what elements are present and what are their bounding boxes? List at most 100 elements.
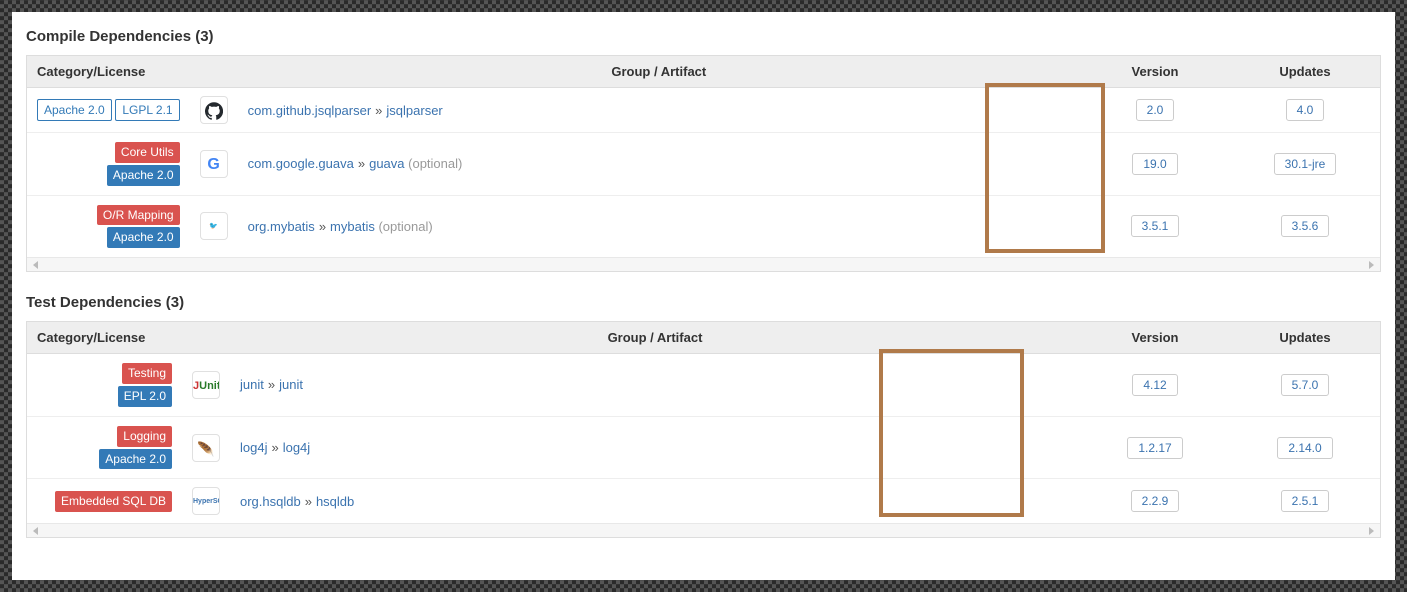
icon-cell: [190, 88, 238, 133]
col-updates: Updates: [1230, 322, 1380, 354]
separator: »: [305, 494, 312, 509]
horizontal-scrollbar[interactable]: [27, 257, 1380, 271]
page-content: Compile Dependencies (3) Category/License…: [12, 12, 1395, 580]
update-cell: 3.5.6: [1230, 195, 1380, 257]
table-row: O/R MappingApache 2.0 🐦MyBatis org.mybati…: [27, 195, 1380, 257]
artifact-link[interactable]: jsqlparser: [386, 103, 442, 118]
artifact-link[interactable]: mybatis: [330, 219, 375, 234]
group-artifact-cell: com.google.guava » guava (optional): [238, 133, 1080, 196]
category-license-cell: Core UtilsApache 2.0: [27, 133, 190, 196]
junit-icon: JUnit: [192, 371, 220, 399]
group-artifact-cell: org.hsqldb » hsqldb: [230, 479, 1080, 524]
table-row: Core UtilsApache 2.0 Gcom.google.guava » g…: [27, 133, 1380, 196]
category-tag[interactable]: Core Utils: [115, 142, 180, 163]
license-tag[interactable]: LGPL 2.1: [115, 99, 179, 122]
update-cell: 30.1-jre: [1230, 133, 1380, 196]
update-button[interactable]: 5.7.0: [1281, 374, 1330, 396]
hsqldb-icon: HyperSQL: [192, 487, 220, 515]
separator: »: [358, 156, 365, 171]
separator: »: [271, 440, 278, 455]
table-row: Embedded SQL DB HyperSQL org.hsqldb » hsqldb…: [27, 479, 1380, 524]
category-tag[interactable]: Embedded SQL DB: [55, 491, 172, 512]
version-cell: 2.2.9: [1080, 479, 1230, 524]
category-license-cell: TestingEPL 2.0: [27, 354, 182, 417]
group-artifact-cell: com.github.jsqlparser» jsqlparser: [238, 88, 1080, 133]
artifact-link[interactable]: guava: [369, 156, 404, 171]
category-license-cell: Apache 2.0 LGPL 2.1: [27, 88, 190, 133]
dependency-table-wrap: Category/LicenseGroup / ArtifactVersionU…: [26, 321, 1381, 538]
optional-label: (optional): [378, 219, 432, 234]
group-link[interactable]: org.hsqldb: [240, 494, 301, 509]
github-icon: [200, 96, 228, 124]
google-icon: G: [200, 150, 228, 178]
version-cell: 4.12: [1080, 354, 1230, 417]
col-version: Version: [1080, 322, 1230, 354]
group-artifact-cell: log4j » log4j: [230, 416, 1080, 479]
update-button[interactable]: 2.14.0: [1277, 437, 1332, 459]
update-cell: 5.7.0: [1230, 354, 1380, 417]
icon-cell: HyperSQL: [182, 479, 230, 524]
group-link[interactable]: org.mybatis: [248, 219, 315, 234]
table-row: TestingEPL 2.0 JUnit junit » junit 4.12 5.7.0: [27, 354, 1380, 417]
icon-cell: 🪶: [182, 416, 230, 479]
dependency-table: Category/LicenseGroup / ArtifactVersionU…: [27, 322, 1380, 523]
version-cell: 19.0: [1080, 133, 1230, 196]
category-license-cell: Embedded SQL DB: [27, 479, 182, 524]
license-tag[interactable]: EPL 2.0: [118, 386, 172, 407]
version-button[interactable]: 3.5.1: [1131, 215, 1180, 237]
version-cell: 1.2.17: [1080, 416, 1230, 479]
update-cell: 2.14.0: [1230, 416, 1380, 479]
mybatis-icon: 🐦MyBatis: [200, 212, 228, 240]
version-button[interactable]: 4.12: [1132, 374, 1177, 396]
license-tag[interactable]: Apache 2.0: [37, 99, 112, 122]
separator: »: [268, 377, 275, 392]
update-button[interactable]: 2.5.1: [1281, 490, 1330, 512]
version-button[interactable]: 19.0: [1132, 153, 1177, 175]
group-link[interactable]: junit: [240, 377, 264, 392]
group-artifact-cell: org.mybatis»mybatis (optional): [238, 195, 1080, 257]
artifact-link[interactable]: junit: [279, 377, 303, 392]
dependency-table: Category/LicenseGroup / ArtifactVersionU…: [27, 56, 1380, 257]
update-button[interactable]: 4.0: [1286, 99, 1325, 121]
group-link[interactable]: com.github.jsqlparser: [248, 103, 372, 118]
col-updates: Updates: [1230, 56, 1380, 88]
log4j-icon: 🪶: [192, 434, 220, 462]
category-tag[interactable]: Testing: [122, 363, 172, 384]
separator: »: [375, 103, 382, 118]
category-license-cell: O/R MappingApache 2.0: [27, 195, 190, 257]
col-group-artifact: Group / Artifact: [238, 56, 1080, 88]
col-category-license: Category/License: [27, 322, 230, 354]
version-cell: 3.5.1: [1080, 195, 1230, 257]
icon-cell: G: [190, 133, 238, 196]
col-version: Version: [1080, 56, 1230, 88]
license-tag[interactable]: Apache 2.0: [107, 165, 180, 186]
table-row: LoggingApache 2.0 🪶 log4j » log4j 1.2.17 2.14…: [27, 416, 1380, 479]
section-title: Compile Dependencies (3): [26, 28, 1381, 45]
group-link[interactable]: com.google.guava: [248, 156, 354, 171]
table-row: Apache 2.0 LGPL 2.1 com.github.jsqlparse…: [27, 88, 1380, 133]
category-license-cell: LoggingApache 2.0: [27, 416, 182, 479]
col-group-artifact: Group / Artifact: [230, 322, 1080, 354]
update-button[interactable]: 3.5.6: [1281, 215, 1330, 237]
artifact-link[interactable]: hsqldb: [316, 494, 354, 509]
version-cell: 2.0: [1080, 88, 1230, 133]
version-button[interactable]: 1.2.17: [1127, 437, 1182, 459]
col-category-license: Category/License: [27, 56, 238, 88]
section-title: Test Dependencies (3): [26, 294, 1381, 311]
optional-label: (optional): [408, 156, 462, 171]
artifact-link[interactable]: log4j: [283, 440, 310, 455]
icon-cell: JUnit: [182, 354, 230, 417]
group-artifact-cell: junit » junit: [230, 354, 1080, 417]
update-cell: 4.0: [1230, 88, 1380, 133]
version-button[interactable]: 2.2.9: [1131, 490, 1180, 512]
horizontal-scrollbar[interactable]: [27, 523, 1380, 537]
version-button[interactable]: 2.0: [1136, 99, 1175, 121]
license-tag[interactable]: Apache 2.0: [107, 227, 180, 248]
dependency-table-wrap: Category/LicenseGroup / ArtifactVersionU…: [26, 55, 1381, 272]
group-link[interactable]: log4j: [240, 440, 267, 455]
category-tag[interactable]: O/R Mapping: [97, 205, 180, 226]
license-tag[interactable]: Apache 2.0: [99, 449, 172, 470]
icon-cell: 🐦MyBatis: [190, 195, 238, 257]
category-tag[interactable]: Logging: [117, 426, 172, 447]
update-button[interactable]: 30.1-jre: [1274, 153, 1337, 175]
